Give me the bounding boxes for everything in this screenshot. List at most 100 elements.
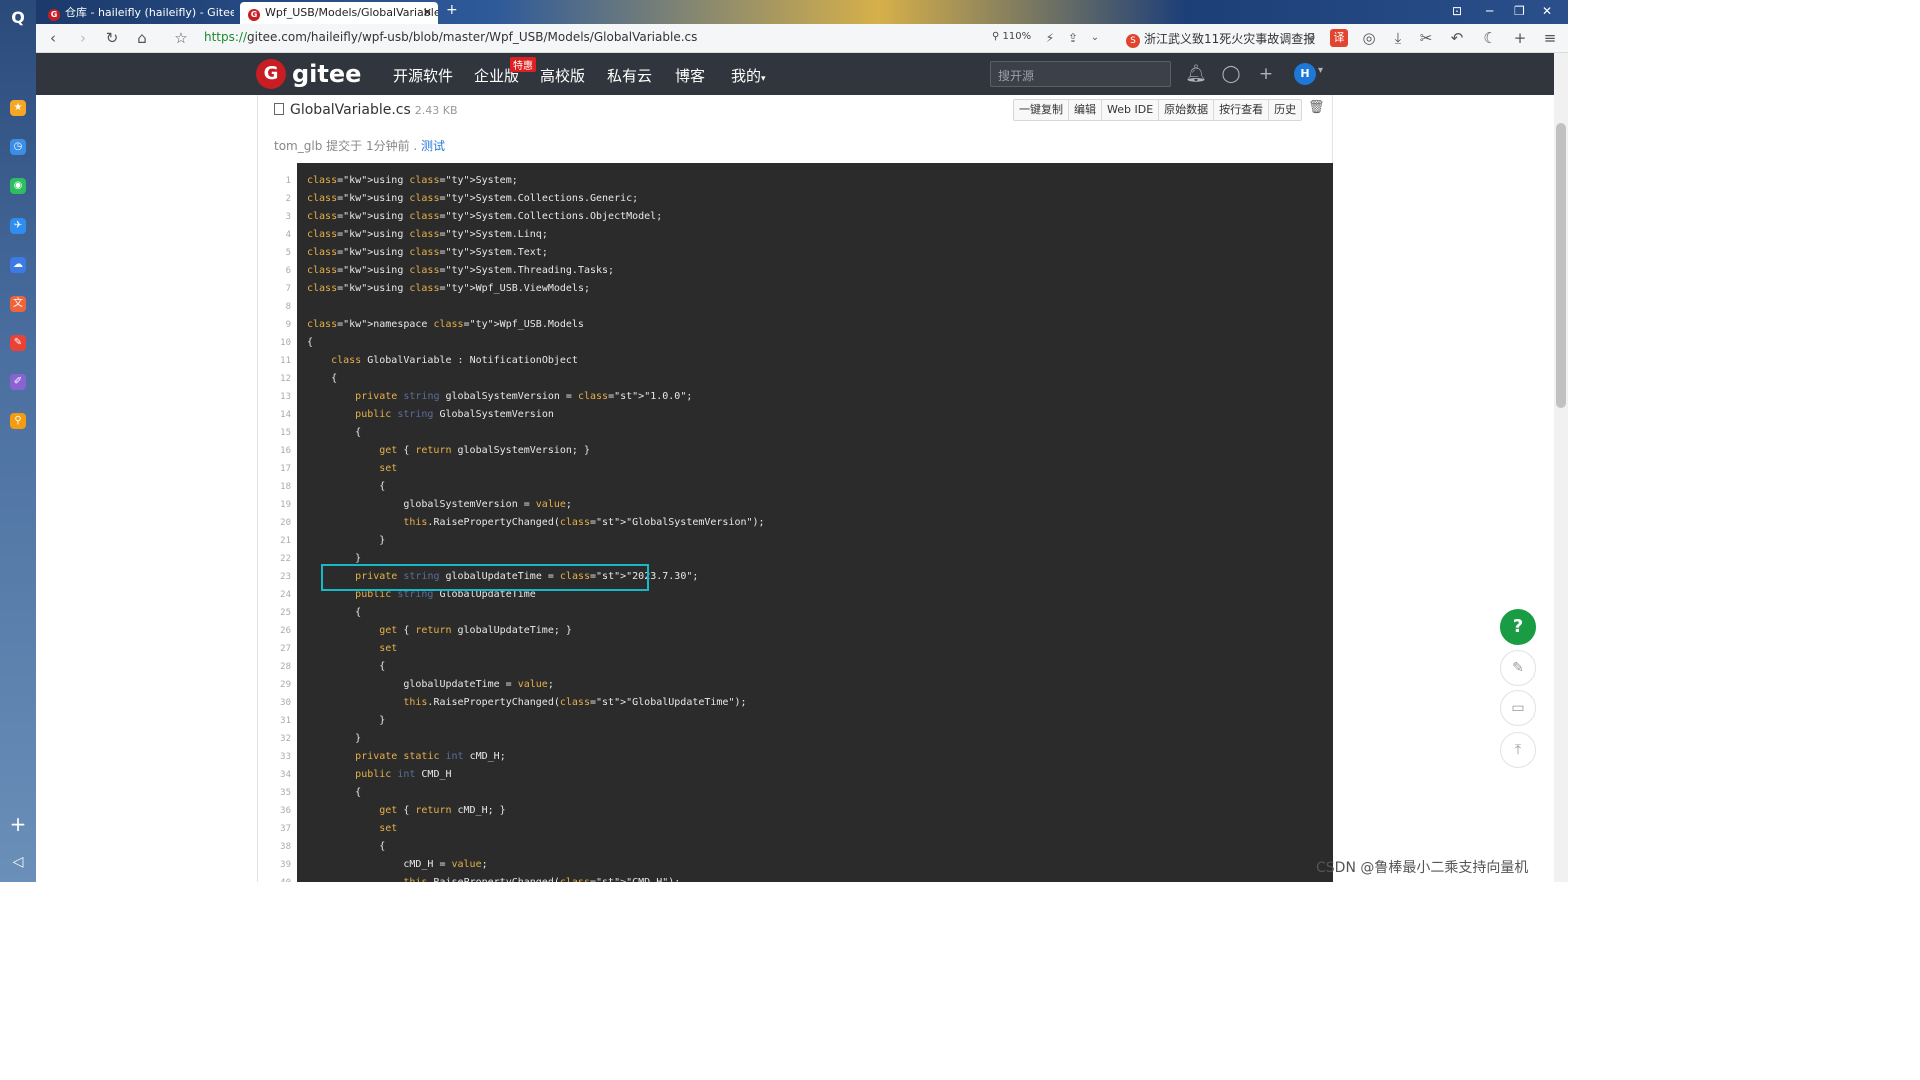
gitee-logo-icon: G xyxy=(256,59,286,89)
nav-private-cloud[interactable]: 私有云 xyxy=(607,65,652,86)
line-number: 34 xyxy=(280,770,291,780)
gitee-search-input[interactable]: 搜开源 xyxy=(990,61,1171,87)
minimize-icon[interactable]: ─ xyxy=(1486,4,1493,18)
close-tab-icon[interactable]: ✕ xyxy=(423,2,432,24)
bird-icon[interactable]: ✈ xyxy=(10,218,26,234)
nav-blog[interactable]: 博客 xyxy=(675,65,705,86)
line-number: 11 xyxy=(280,356,291,366)
gitee-logo[interactable]: Ggitee xyxy=(256,59,361,89)
gitee-favicon-icon: G xyxy=(48,9,60,21)
line-number: 22 xyxy=(280,554,291,564)
blame-button[interactable]: 按行查看 xyxy=(1214,100,1270,120)
tab-file[interactable]: G Wpf_USB/Models/GlobalVariable ✕ xyxy=(240,2,438,24)
favorites-icon[interactable]: ★ xyxy=(10,100,26,116)
file-name: GlobalVariable.cs xyxy=(290,102,411,118)
url-field[interactable]: https://gitee.com/haileifly/wpf-usb/blob… xyxy=(204,30,697,44)
feedback-button[interactable]: ✎ xyxy=(1500,650,1536,686)
cloud-icon[interactable]: ☁ xyxy=(10,257,26,273)
line-source: this.RaisePropertyChanged(class="st">"CM… xyxy=(307,874,680,882)
new-tab-icon[interactable]: + xyxy=(446,2,458,18)
line-number: 12 xyxy=(280,374,291,384)
translate-icon[interactable]: 译 xyxy=(1330,29,1348,47)
back-to-top-button[interactable]: ⤒ xyxy=(1500,732,1536,768)
history-button[interactable]: 历史 xyxy=(1269,100,1301,120)
page-scrollbar[interactable] xyxy=(1554,53,1568,882)
line-source: class GlobalVariable : NotificationObjec… xyxy=(331,355,578,366)
line-source: } xyxy=(307,715,386,726)
line-source: this.RaisePropertyChanged(class="st">"Gl… xyxy=(403,697,747,708)
browser-logo-icon[interactable]: Q xyxy=(8,8,28,28)
code-line: 40 this.RaisePropertyChanged(class="st">… xyxy=(259,874,1333,882)
news-ticker[interactable]: S 浙江武义致11死火灾事故调查报告 xyxy=(1126,30,1316,48)
pdf-icon[interactable]: ✎ xyxy=(10,335,26,351)
edit-icon[interactable]: ✐ xyxy=(10,374,26,390)
url-scheme: https:// xyxy=(204,30,248,44)
nav-open-source[interactable]: 开源软件 xyxy=(393,65,453,86)
line-number: 9 xyxy=(285,320,291,330)
night-mode-icon[interactable]: ☾ xyxy=(1481,29,1499,47)
code-line: 11 class GlobalVariable : NotificationOb… xyxy=(259,352,1333,370)
tab-repo[interactable]: G 仓库 - haileifly (haileifly) - Gitee.com xyxy=(40,2,234,24)
close-window-icon[interactable]: ✕ xyxy=(1542,4,1552,18)
share-icon[interactable]: ⇪ xyxy=(1064,29,1082,47)
edit-button[interactable]: 编辑 xyxy=(1069,100,1102,120)
scissors-icon[interactable]: ✂ xyxy=(1417,29,1435,47)
download-icon[interactable]: ⤓ xyxy=(1389,29,1407,47)
line-number: 29 xyxy=(280,680,291,690)
nav-mine[interactable]: 我的▾ xyxy=(731,65,766,86)
scrollbar-thumb[interactable] xyxy=(1556,123,1566,408)
home-icon[interactable]: ⌂ xyxy=(133,29,151,47)
search-icon[interactable]: ⚲ xyxy=(1302,29,1320,47)
delete-icon[interactable]: 🗑︎ xyxy=(1308,100,1325,115)
menu-icon[interactable]: ≡ xyxy=(1541,29,1559,47)
lightbulb-icon[interactable]: ◯ xyxy=(1220,63,1242,85)
add-app-icon[interactable]: + xyxy=(8,814,28,834)
translate-icon[interactable]: 文 xyxy=(10,296,26,312)
comment-button[interactable]: ▭ xyxy=(1500,690,1536,726)
promo-badge: 特惠 xyxy=(510,57,536,72)
plus-icon[interactable]: + xyxy=(1255,63,1277,85)
pin-icon[interactable]: ⊡ xyxy=(1452,4,1462,18)
line-source: } xyxy=(307,733,362,744)
help-button[interactable]: ? xyxy=(1500,609,1536,645)
lightning-icon[interactable]: ⚡ xyxy=(1041,29,1059,47)
add-icon[interactable]: + xyxy=(1511,29,1529,47)
reload-icon[interactable]: ↻ xyxy=(103,29,121,47)
forward-icon[interactable]: › xyxy=(74,29,92,47)
line-source: class="kw">using class="ty">System.Colle… xyxy=(307,211,663,222)
line-source: set xyxy=(379,463,398,474)
line-source: { xyxy=(307,661,386,672)
avatar-caret-icon[interactable]: ▾ xyxy=(1318,65,1323,76)
copy-button[interactable]: 一键复制 xyxy=(1014,100,1069,120)
line-source: } xyxy=(307,535,386,546)
search-app-icon[interactable]: ⚲ xyxy=(10,413,26,429)
file-size: 2.43 KB xyxy=(414,104,458,117)
code-line: 33 private static int cMD_H; xyxy=(259,748,1333,766)
back-icon[interactable]: ‹ xyxy=(44,29,62,47)
zoom-level[interactable]: ⚲ 110% xyxy=(992,31,1031,42)
code-line: 27 set xyxy=(259,640,1333,658)
eye-icon[interactable]: ◎ xyxy=(1360,29,1378,47)
avatar[interactable]: H xyxy=(1294,63,1316,85)
maximize-icon[interactable]: ❐ xyxy=(1514,4,1525,18)
commit-author[interactable]: tom_glb xyxy=(274,139,322,153)
commit-message[interactable]: 测试 xyxy=(421,139,445,153)
nav-education[interactable]: 高校版 xyxy=(540,65,585,86)
bookmark-star-icon[interactable]: ☆ xyxy=(172,29,190,47)
line-number: 5 xyxy=(285,248,291,258)
line-number: 7 xyxy=(285,284,291,294)
web-ide-button[interactable]: Web IDE xyxy=(1102,100,1160,120)
code-line: 19 globalSystemVersion = value; xyxy=(259,496,1333,514)
code-line: 35 { xyxy=(259,784,1333,802)
collapse-dock-icon[interactable]: ◁ xyxy=(8,854,28,874)
line-source: public string GlobalSystemVersion xyxy=(355,409,554,420)
code-line: 37 set xyxy=(259,820,1333,838)
clock-icon[interactable]: ◷ xyxy=(10,139,26,155)
chevron-down-icon[interactable]: ⌄ xyxy=(1086,29,1104,47)
file-header: GlobalVariable.cs 2.43 KB xyxy=(274,102,458,118)
undo-icon[interactable]: ↶ xyxy=(1448,29,1466,47)
code-line: 10 { xyxy=(259,334,1333,352)
raw-button[interactable]: 原始数据 xyxy=(1159,100,1215,120)
bell-icon[interactable]: 🔔︎ xyxy=(1185,63,1207,85)
wechat-icon[interactable]: ◉ xyxy=(10,178,26,194)
